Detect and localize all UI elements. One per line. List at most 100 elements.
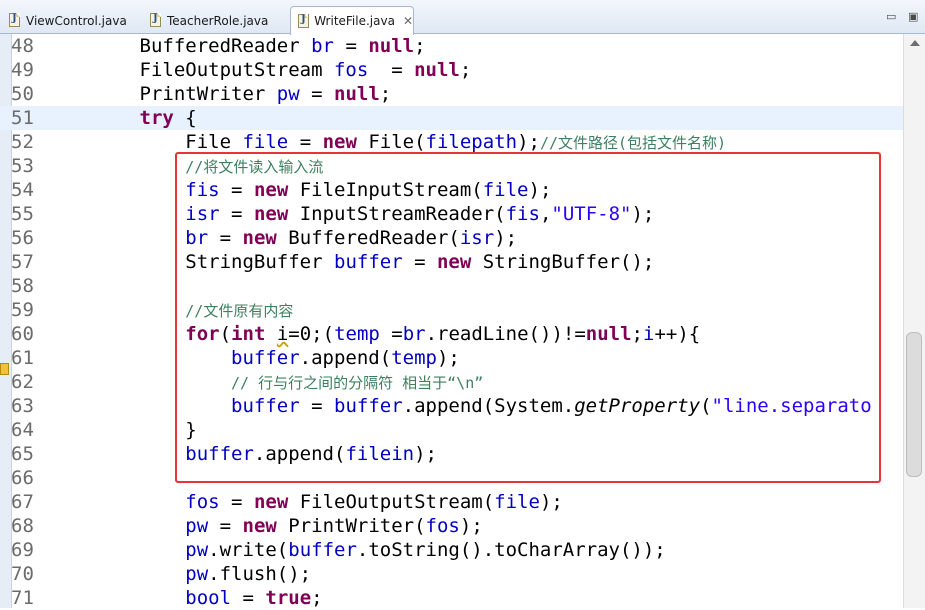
code-token: File bbox=[185, 131, 243, 153]
java-file-icon: J bbox=[8, 13, 22, 28]
code-line[interactable]: 51 try { bbox=[0, 106, 903, 130]
code-line[interactable]: 64 } bbox=[0, 418, 903, 442]
code-token: ( bbox=[700, 395, 712, 417]
code-token: ); bbox=[436, 347, 460, 369]
code-token: FileOutputStream( bbox=[288, 491, 495, 513]
code-line[interactable]: 55 isr = new InputStreamReader(fis,"UTF-… bbox=[0, 202, 903, 226]
code-token: int bbox=[231, 323, 266, 345]
code-token: BufferedReader( bbox=[276, 227, 460, 249]
code-line[interactable]: 69 pw.write(buffer.toString().toCharArra… bbox=[0, 538, 903, 562]
scroll-up-icon[interactable] bbox=[910, 40, 920, 46]
code-token: buffer bbox=[231, 347, 300, 369]
code-text: pw.flush(); bbox=[48, 562, 311, 586]
code-line[interactable]: 70 pw.flush(); bbox=[0, 562, 903, 586]
code-token: .write( bbox=[208, 539, 289, 561]
close-tab-icon[interactable]: ✕ bbox=[403, 14, 413, 28]
code-line[interactable]: 49 FileOutputStream fos = null; bbox=[0, 58, 903, 82]
code-token: ; bbox=[459, 59, 472, 81]
line-number: 68 bbox=[11, 515, 34, 537]
code-token: "line.separato bbox=[711, 395, 872, 417]
code-token: FileInputStream( bbox=[288, 179, 483, 201]
code-text: buffer.append(temp); bbox=[48, 346, 460, 370]
code-token: temp bbox=[391, 347, 437, 369]
code-line[interactable]: 66 bbox=[0, 466, 903, 490]
code-token: new bbox=[253, 179, 289, 201]
scrollbar-thumb[interactable] bbox=[906, 332, 922, 477]
tab-viewcontrol[interactable]: J ViewControl.java bbox=[2, 7, 127, 34]
code-token: ; bbox=[631, 323, 643, 345]
code-text: // 行与行之间的分隔符 相当于“\n” bbox=[48, 370, 483, 395]
code-token: br bbox=[185, 227, 209, 249]
code-line[interactable]: 52 File file = new File(filepath);//文件路径… bbox=[0, 130, 903, 154]
code-line[interactable]: 67 fos = new FileOutputStream(file); bbox=[0, 490, 903, 514]
code-token: InputStreamReader( bbox=[288, 203, 506, 225]
code-token: getProperty bbox=[574, 395, 701, 417]
code-line[interactable]: 68 pw = new PrintWriter(fos); bbox=[0, 514, 903, 538]
code-line[interactable]: 50 PrintWriter pw = null; bbox=[0, 82, 903, 106]
code-token: .readLine())!= bbox=[425, 323, 586, 345]
code-line[interactable]: 60 for(int i=0;(temp =br.readLine())!=nu… bbox=[0, 322, 903, 346]
code-line[interactable]: 62 // 行与行之间的分隔符 相当于“\n” bbox=[0, 370, 903, 394]
line-number: 66 bbox=[11, 467, 34, 489]
code-token: filein bbox=[345, 443, 415, 465]
minimize-button[interactable]: ▭ bbox=[886, 10, 896, 23]
code-text: fis = new FileInputStream(file); bbox=[48, 178, 551, 202]
code-token: new bbox=[322, 131, 357, 153]
line-number: 67 bbox=[11, 491, 34, 513]
editor-tab-bar: J ViewControl.java J TeacherRole.java J … bbox=[0, 0, 925, 35]
code-token: = bbox=[379, 323, 403, 345]
code-line[interactable]: 65 buffer.append(filein); bbox=[0, 442, 903, 466]
tab-writefile[interactable]: J WriteFile.java ✕ bbox=[290, 6, 414, 35]
line-number: 48 bbox=[11, 35, 34, 57]
code-token: fis bbox=[505, 203, 540, 225]
code-line[interactable]: 53 //将文件读入输入流 bbox=[0, 154, 903, 178]
code-token: filepath bbox=[425, 131, 518, 153]
code-text: fos = new FileOutputStream(file); bbox=[48, 490, 563, 514]
code-token: i bbox=[276, 323, 289, 345]
line-number: 59 bbox=[11, 299, 34, 321]
line-number: 69 bbox=[11, 539, 34, 561]
line-number: 64 bbox=[11, 419, 34, 441]
code-token: buffer bbox=[231, 395, 300, 417]
code-token: PrintWriter( bbox=[276, 515, 426, 537]
code-token: =0;( bbox=[288, 323, 335, 345]
code-token: pw bbox=[276, 83, 300, 105]
code-line[interactable]: 56 br = new BufferedReader(isr); bbox=[0, 226, 903, 250]
code-line[interactable]: 54 fis = new FileInputStream(file); bbox=[0, 178, 903, 202]
code-line[interactable]: 57 StringBuffer buffer = new StringBuffe… bbox=[0, 250, 903, 274]
code-line[interactable]: 63 buffer = buffer.append(System.getProp… bbox=[0, 394, 903, 418]
maximize-button[interactable]: ▣ bbox=[908, 10, 918, 23]
code-token: FileOutputStream bbox=[139, 59, 334, 81]
vertical-scrollbar[interactable] bbox=[903, 34, 925, 608]
code-token: null bbox=[414, 59, 460, 81]
code-token: , bbox=[539, 203, 552, 225]
code-line[interactable]: 48 BufferedReader br = null; bbox=[0, 34, 903, 58]
code-line[interactable]: 58 bbox=[0, 274, 903, 298]
tab-teacherrole[interactable]: J TeacherRole.java bbox=[143, 7, 268, 34]
code-text: pw = new PrintWriter(fos); bbox=[48, 514, 482, 538]
line-number: 54 bbox=[11, 179, 34, 201]
line-number: 50 bbox=[11, 83, 34, 105]
code-token: BufferedReader bbox=[139, 35, 312, 57]
code-token: ++){ bbox=[654, 323, 701, 345]
code-line[interactable]: 59 //文件原有内容 bbox=[0, 298, 903, 322]
code-token: isr bbox=[185, 203, 220, 225]
line-number: 65 bbox=[11, 443, 34, 465]
code-line[interactable]: 71 bool = true; bbox=[0, 586, 903, 610]
code-token: new bbox=[253, 203, 289, 225]
code-token: isr bbox=[459, 227, 495, 249]
code-line[interactable]: 61 buffer.append(temp); bbox=[0, 346, 903, 370]
code-token: ( bbox=[219, 323, 232, 345]
code-text: for(int i=0;(temp =br.readLine())!=null;… bbox=[48, 322, 700, 346]
